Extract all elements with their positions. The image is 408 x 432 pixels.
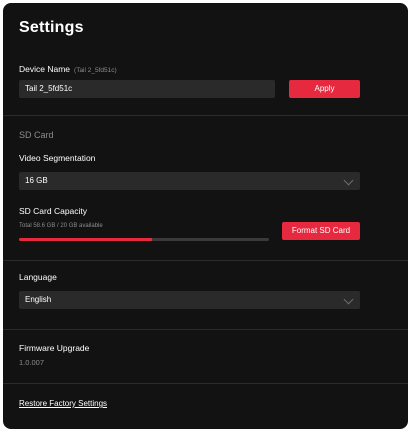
device-name-label: Device Name (Tail 2_5fd51c) [19,64,117,74]
chevron-down-icon [343,175,354,186]
sd-card-capacity-label: SD Card Capacity [19,206,88,216]
sd-card-capacity-bar [19,238,269,241]
sd-card-section-title: SD Card [19,130,54,140]
restore-factory-settings-link[interactable]: Restore Factory Settings [19,399,107,408]
chevron-down-icon [343,294,354,305]
apply-button[interactable]: Apply [289,80,360,98]
sd-card-capacity-text: Total 58.6 GB / 20 GB available [19,223,103,229]
format-sd-card-button[interactable]: Format SD Card [282,222,360,240]
divider [3,383,408,384]
video-segmentation-label: Video Segmentation [19,153,96,163]
divider [3,115,408,116]
page-title: Settings [19,19,84,36]
divider [3,260,408,261]
language-value: English [25,295,52,304]
sd-card-capacity-fill [19,238,152,241]
device-name-label-text: Device Name [19,64,71,74]
firmware-version: 1.0.007 [19,358,45,367]
language-label: Language [19,272,57,282]
video-segmentation-value: 16 GB [25,176,48,185]
settings-panel: Settings Device Name (Tail 2_5fd51c) Tail… [3,3,408,429]
divider [3,329,408,330]
firmware-upgrade-label: Firmware Upgrade [19,343,90,353]
device-name-hint: (Tail 2_5fd51c) [74,67,117,74]
device-name-input[interactable]: Tail 2_5fd51c [19,80,275,98]
video-segmentation-select[interactable]: 16 GB [19,172,360,190]
language-select[interactable]: English [19,291,360,309]
